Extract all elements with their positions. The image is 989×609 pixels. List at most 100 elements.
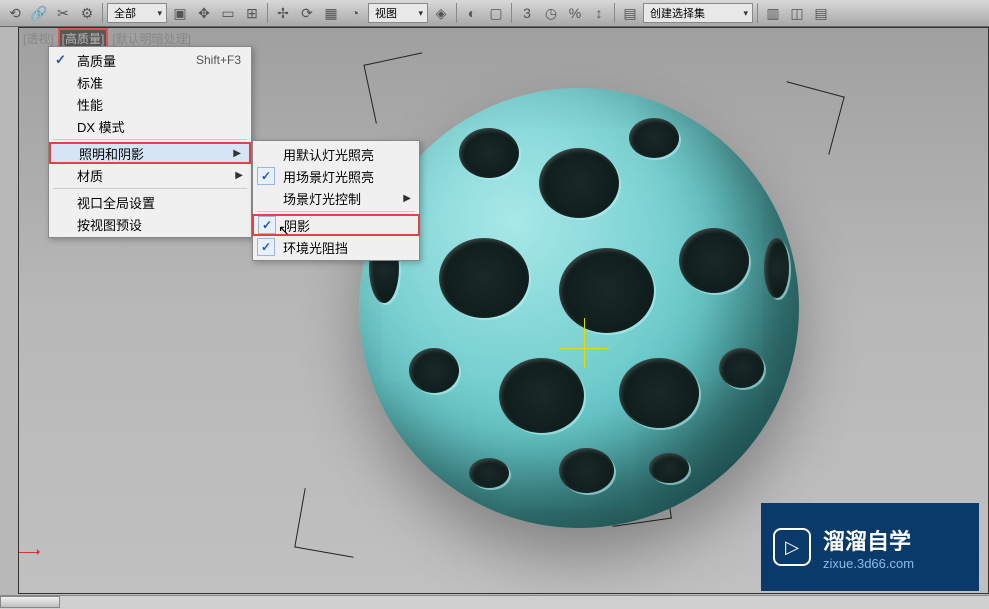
check-icon: ✓ [55,52,66,68]
menu-item-scene-light-control[interactable]: 场景灯光控制 ▶ [253,187,419,209]
watermark-title: 溜溜自学 [823,524,914,556]
menu-item-label: 高质量 [77,51,116,70]
separator [757,3,758,23]
x-axis-icon [19,552,39,553]
sphere-hole [539,148,619,218]
separator [102,3,103,23]
selection-filter-dropdown[interactable]: 全部 [107,3,167,23]
snap-3d-icon[interactable]: 3 [516,2,538,24]
placement-tool-icon[interactable]: ◔ [344,2,366,24]
percent-snap-icon[interactable]: % [564,2,586,24]
menu-item-label: 性能 [77,95,103,114]
sphere-hole [679,228,749,293]
viewport-quality-menu: ✓ 高质量 Shift+F3 标准 性能 DX 模式 照明和阴影 ▶ 材质 ▶ … [48,46,252,238]
menu-item-label: DX 模式 [77,117,125,136]
layers-icon[interactable]: ▤ [810,2,832,24]
pivot-icon[interactable]: ◈ [430,2,452,24]
sphere-hole [719,348,764,388]
lighting-shadows-submenu: 用默认灯光照亮 ✓ 用场景灯光照亮 场景灯光控制 ▶ ✓ 阴影 ✓ 环境光阻挡 [252,140,420,261]
separator [511,3,512,23]
menu-item-label: 标准 [77,73,103,92]
timeline-slider[interactable] [0,596,60,608]
menu-separator [53,188,247,189]
sphere-hole [439,238,529,318]
select-icon[interactable]: ▣ [169,2,191,24]
align-icon[interactable]: ◫ [786,2,808,24]
menu-item-global-settings[interactable]: 视口全局设置 [49,191,251,213]
menu-item-label: 按视图预设 [77,215,142,234]
viewport-shading-label[interactable]: [默认明暗处理] [112,30,191,47]
spinner-snap-icon[interactable]: ↕ [588,2,610,24]
safe-frame-corner [294,488,364,558]
check-icon: ✓ [258,216,276,234]
keyboard-shortcut-icon[interactable]: ▢ [485,2,507,24]
menu-item-label: 阴影 [284,216,310,235]
watermark-url: zixue.3d66.com [823,556,914,571]
named-selection-dropdown[interactable]: 创建选择集 [643,3,753,23]
submenu-arrow-icon: ▶ [233,148,241,159]
3d-sphere-object[interactable] [359,88,799,528]
menu-item-per-view-preset[interactable]: 按视图预设 [49,213,251,235]
viewport-axis-tripod [19,523,49,553]
menu-item-lighting-shadows[interactable]: 照明和阴影 ▶ [49,142,251,164]
watermark-text: 溜溜自学 zixue.3d66.com [823,524,914,571]
menu-item-label: 材质 [77,166,103,185]
unlink-icon[interactable]: ✂ [52,2,74,24]
named-selection-icon[interactable]: ▤ [619,2,641,24]
check-icon: ✓ [257,167,275,185]
menu-item-default-lights[interactable]: 用默认灯光照亮 [253,143,419,165]
menu-item-shadows[interactable]: ✓ 阴影 [252,214,420,236]
rotate-tool-icon[interactable]: ⟳ [296,2,318,24]
separator [456,3,457,23]
play-icon: ▷ [773,528,811,566]
safe-frame-corner [363,52,434,123]
scale-tool-icon[interactable]: ▦ [320,2,342,24]
menu-separator [53,139,247,140]
separator [267,3,268,23]
bind-icon[interactable]: ⚙ [76,2,98,24]
menu-shortcut: Shift+F3 [196,53,241,67]
watermark-badge: ▷ 溜溜自学 zixue.3d66.com [761,503,979,591]
select-manipulate-icon[interactable]: ◐ [461,2,483,24]
transform-gizmo[interactable] [559,318,619,378]
check-icon: ✓ [257,238,275,256]
menu-item-label: 场景灯光控制 [283,189,361,208]
menu-item-label: 环境光阻挡 [283,238,348,257]
menu-item-materials[interactable]: 材质 ▶ [49,164,251,186]
menu-item-standard[interactable]: 标准 [49,71,251,93]
coordinate-system-dropdown[interactable]: 视图 [368,3,428,23]
submenu-arrow-icon: ▶ [403,193,411,204]
menu-item-ambient-occlusion[interactable]: ✓ 环境光阻挡 [253,236,419,258]
menu-item-scene-lights[interactable]: ✓ 用场景灯光照亮 [253,165,419,187]
menu-item-label: 照明和阴影 [79,144,144,163]
submenu-arrow-icon: ▶ [235,170,243,181]
link-icon[interactable]: ⟲ [4,2,26,24]
sphere-hole [559,448,614,493]
sphere-hole [629,118,679,158]
angle-snap-icon[interactable]: ◷ [540,2,562,24]
sphere-hole [459,128,519,178]
menu-item-label: 用场景灯光照亮 [283,167,374,186]
viewport-type-label[interactable]: [透视] [23,30,54,47]
main-toolbar: ⟲ 🔗 ✂ ⚙ 全部 ▣ ✥ ▭ ⊞ ✢ ⟳ ▦ ◔ 视图 ◈ ◐ ▢ 3 ◷ … [0,0,989,27]
window-crossing-icon[interactable]: ⊞ [241,2,263,24]
mirror-icon[interactable]: ▥ [762,2,784,24]
menu-item-label: 视口全局设置 [77,193,155,212]
menu-item-label: 用默认灯光照亮 [283,145,374,164]
sphere-hole [469,458,509,488]
timeline-bar[interactable] [0,595,989,609]
move-icon[interactable]: ✥ [193,2,215,24]
move-tool-icon[interactable]: ✢ [272,2,294,24]
sphere-hole [649,453,689,483]
chain-icon[interactable]: 🔗 [28,2,50,24]
viewport-label-bar: [透视] [高质量] [默认明暗处理] [19,28,988,48]
separator [614,3,615,23]
menu-item-dx-mode[interactable]: DX 模式 [49,115,251,137]
region-select-icon[interactable]: ▭ [217,2,239,24]
menu-item-high-quality[interactable]: ✓ 高质量 Shift+F3 [49,49,251,71]
sphere-hole [619,358,699,428]
menu-separator [257,211,415,212]
sphere-hole [409,348,459,393]
sphere-hole [764,238,789,298]
menu-item-performance[interactable]: 性能 [49,93,251,115]
